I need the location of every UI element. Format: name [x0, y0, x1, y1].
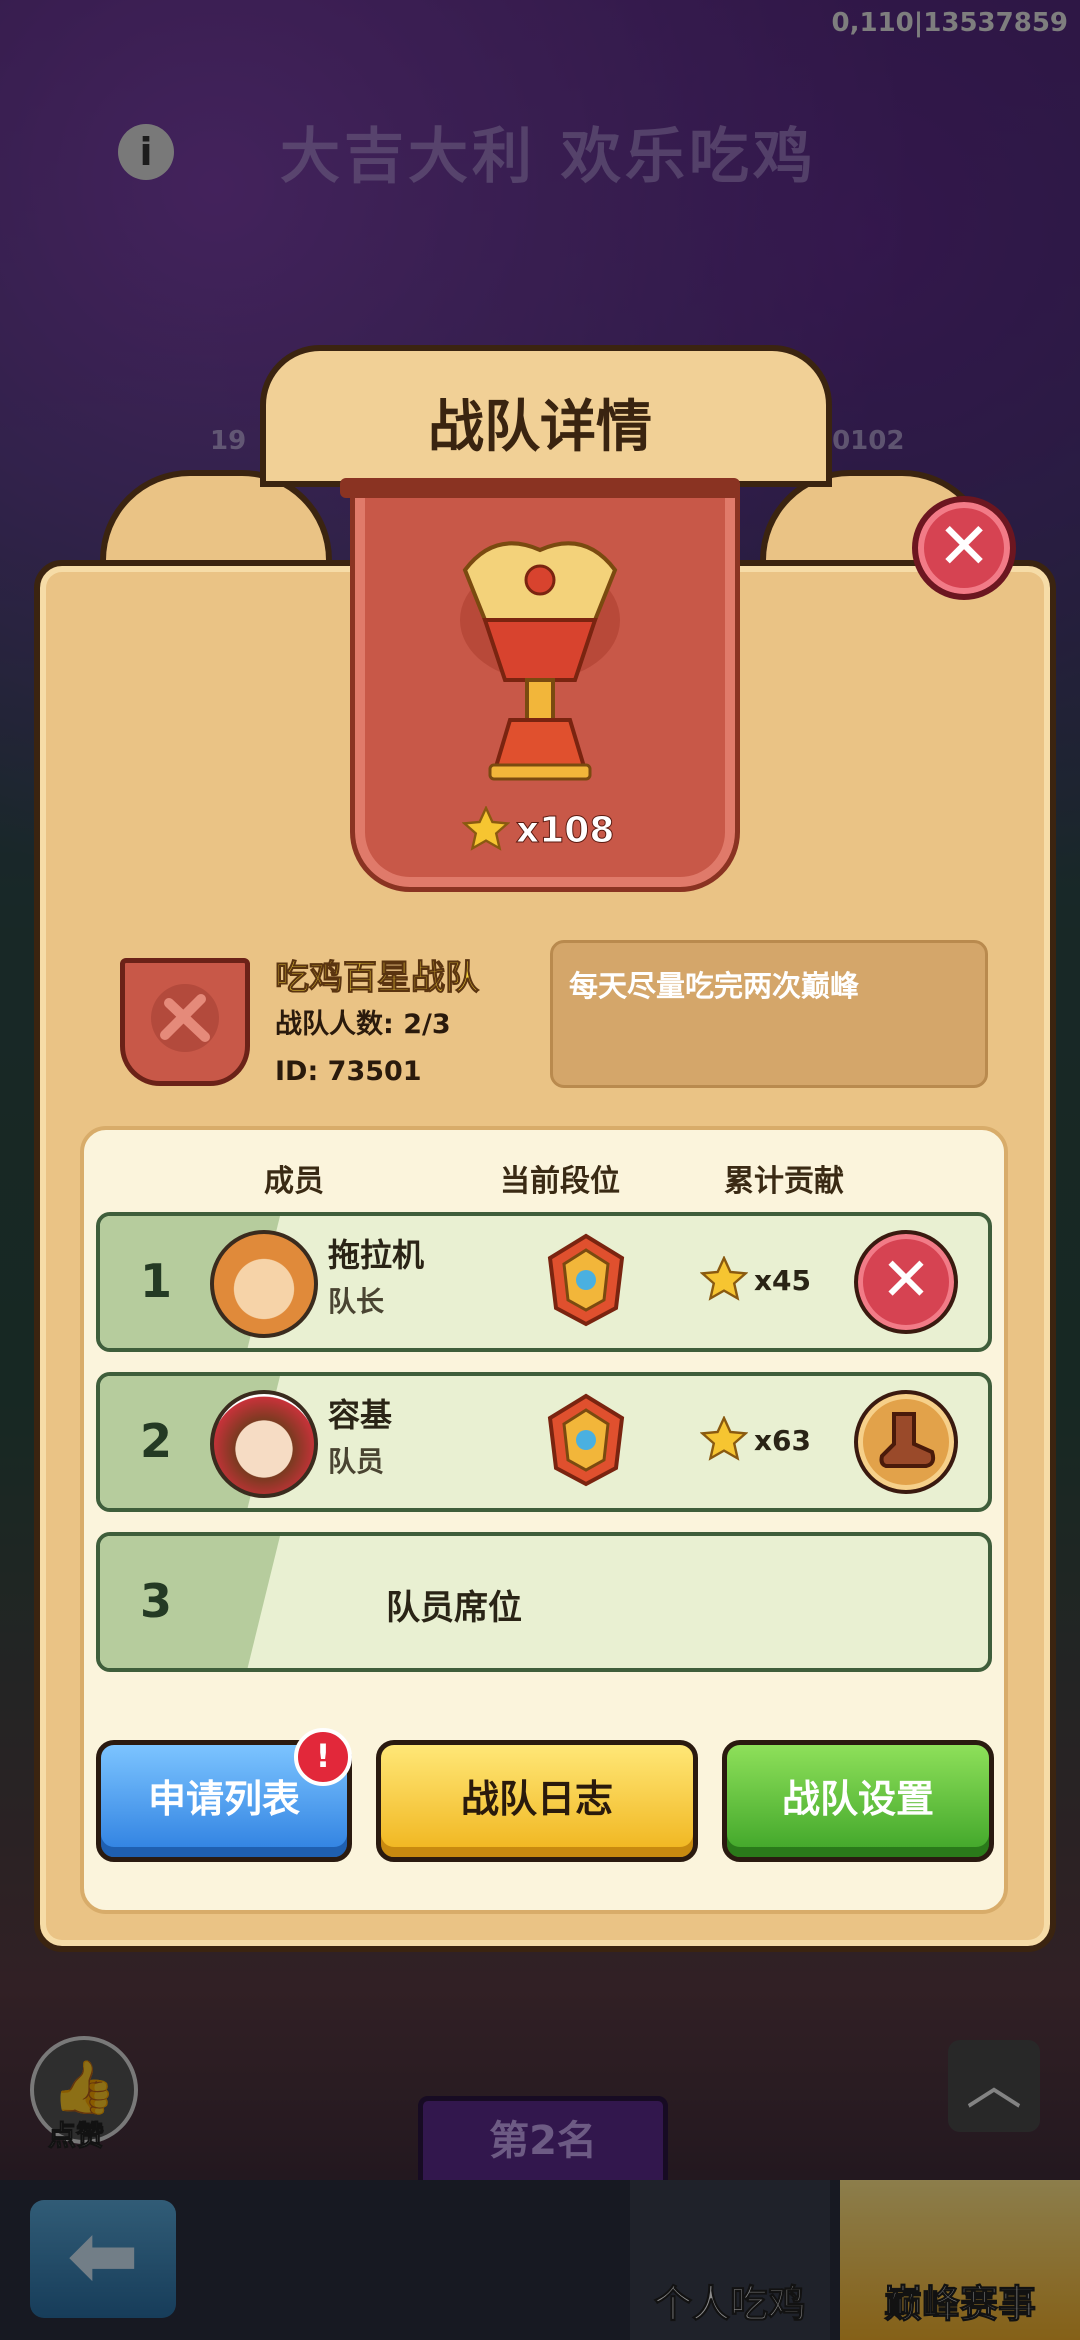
team-member-count: 战队人数: 2/3: [275, 1009, 451, 1040]
member-name: 容基: [328, 1396, 393, 1434]
rank-emblem-icon: [547, 1233, 625, 1327]
team-id: ID: 73501: [275, 1056, 422, 1087]
close-button[interactable]: ✕: [912, 496, 1016, 600]
alert-badge-icon: !: [294, 1728, 352, 1786]
rank-emblem-icon: [547, 1393, 625, 1487]
star-icon: [462, 806, 510, 851]
column-header-rank: 当前段位: [500, 1164, 620, 1199]
trophy-star-count: x108: [515, 809, 615, 851]
trophy-stars: x108: [462, 800, 615, 860]
member-name: 拖拉机: [328, 1236, 425, 1274]
star-icon: [700, 1256, 748, 1301]
column-header-member: 成员: [264, 1164, 324, 1199]
member-role: 队长: [328, 1285, 385, 1318]
avatar[interactable]: [210, 1230, 318, 1338]
empty-seat-row[interactable]: 3 队员席位: [96, 1532, 992, 1672]
member-row: 2 容基 队员 x63: [96, 1372, 992, 1512]
team-settings-button[interactable]: 战队设置: [722, 1740, 994, 1862]
dragon-trophy-icon: [460, 541, 620, 781]
dialog-title: 战队详情: [428, 395, 652, 460]
avatar[interactable]: [210, 1390, 318, 1498]
leave-team-button[interactable]: ✕: [854, 1230, 958, 1334]
column-header-contribution: 累计贡献: [724, 1164, 844, 1199]
star-icon: [700, 1416, 748, 1461]
member-contribution: x45: [700, 1256, 811, 1304]
member-contribution: x63: [700, 1416, 811, 1464]
contribution-value: x45: [754, 1263, 812, 1297]
member-index: 1: [140, 1254, 173, 1308]
team-name: 吃鸡百星战队: [275, 958, 480, 999]
team-motto: 每天尽量吃完两次巅峰: [550, 940, 988, 1088]
empty-seat-label: 队员席位: [386, 1588, 522, 1628]
team-log-button[interactable]: 战队日志: [376, 1740, 698, 1862]
member-row: 1 拖拉机 队长 x45 ✕: [96, 1212, 992, 1352]
team-emblem-icon: [120, 958, 250, 1086]
banner-rod: [340, 478, 740, 498]
contribution-value: x63: [754, 1423, 812, 1457]
kick-boot-button[interactable]: [854, 1390, 958, 1494]
boot-icon: [879, 1412, 936, 1468]
seat-index: 3: [140, 1574, 173, 1628]
member-index: 2: [140, 1414, 173, 1468]
row-stripe: [100, 1536, 280, 1668]
member-role: 队员: [328, 1445, 385, 1478]
